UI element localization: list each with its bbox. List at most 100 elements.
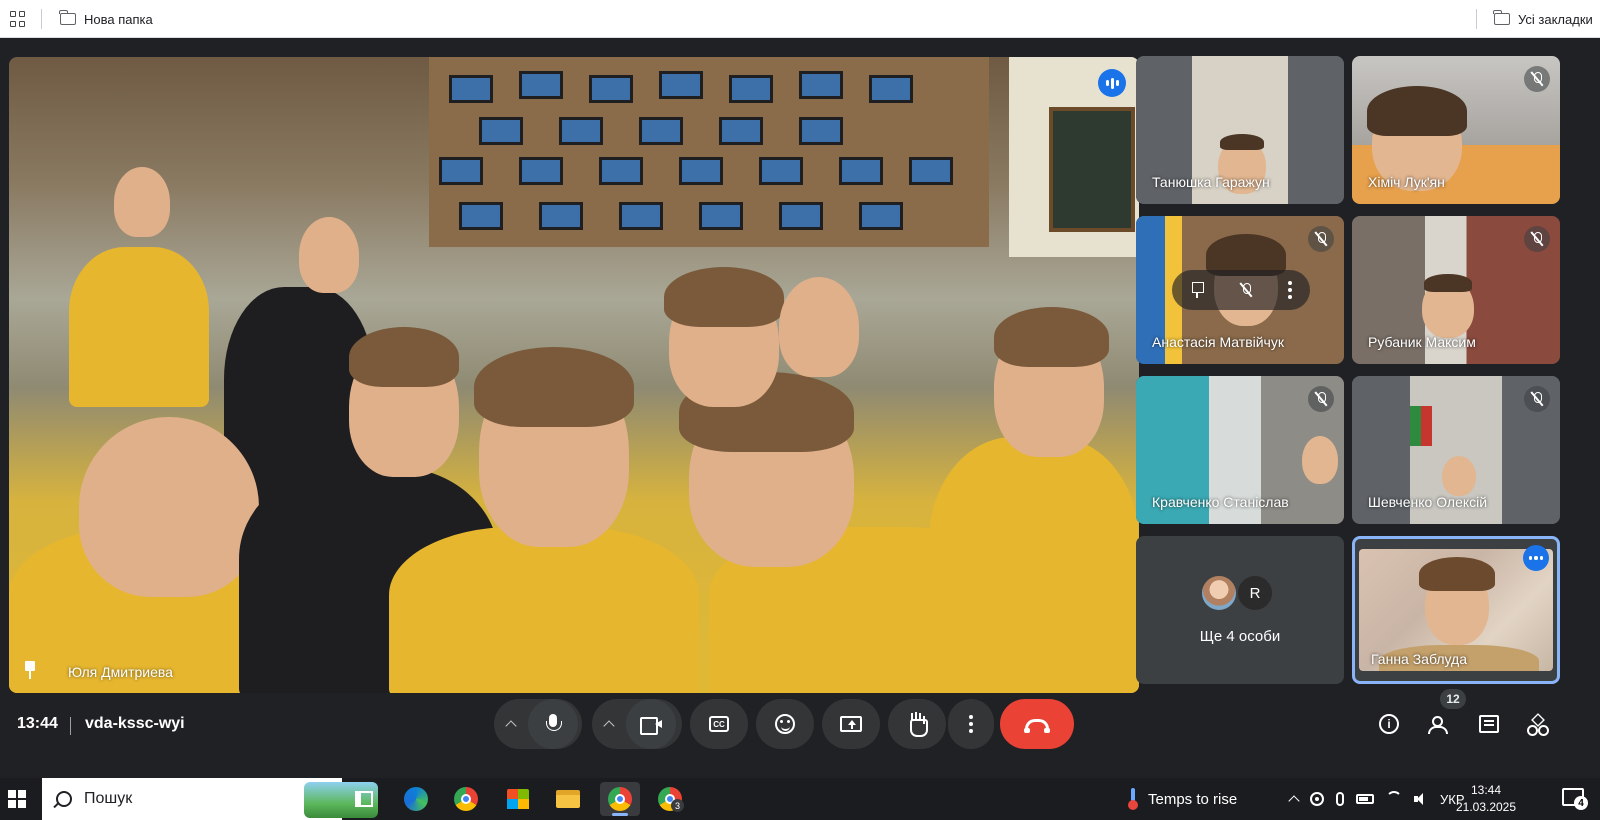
student-hair bbox=[349, 327, 459, 387]
captions-button[interactable]: CC bbox=[690, 699, 748, 749]
bookmark-folder-new[interactable]: Нова папка bbox=[59, 0, 153, 38]
microphone-button[interactable] bbox=[528, 699, 578, 749]
participant-tile-rubanyk[interactable]: Рубаник Максим bbox=[1352, 216, 1560, 364]
chrome-profile-taskbar-button[interactable] bbox=[600, 782, 640, 816]
apps-grid-icon[interactable] bbox=[10, 11, 26, 27]
more-participants-label: Ще 4 особи bbox=[1199, 628, 1281, 645]
wifi-icon[interactable] bbox=[1386, 791, 1402, 807]
people-count-badge: 12 bbox=[1440, 689, 1466, 709]
present-button[interactable] bbox=[822, 699, 880, 749]
board-photo bbox=[639, 117, 683, 145]
store-taskbar-button[interactable] bbox=[498, 782, 538, 816]
board-photo bbox=[699, 202, 743, 230]
board-photo bbox=[679, 157, 723, 185]
all-bookmarks-button[interactable]: Усі закладки bbox=[1493, 0, 1593, 38]
board-photo bbox=[439, 157, 483, 185]
self-view-tile[interactable]: Ганна Заблуда bbox=[1352, 536, 1560, 684]
participant-hair bbox=[1424, 274, 1472, 292]
participant-tile-tanyushka[interactable]: Танюшка Гаражун bbox=[1136, 56, 1344, 204]
board-photo bbox=[839, 157, 883, 185]
more-options-icon[interactable] bbox=[1288, 281, 1292, 299]
chrome-windows-taskbar-button[interactable]: 3 bbox=[650, 782, 690, 816]
all-bookmarks-label: Усі закладки bbox=[1518, 11, 1593, 27]
weather-widget[interactable]: Temps to rise bbox=[1128, 778, 1237, 820]
pin-icon[interactable] bbox=[1190, 282, 1204, 298]
captions-icon: CC bbox=[709, 716, 729, 732]
participant-tile-shevchenko[interactable]: Шевченко Олексій bbox=[1352, 376, 1560, 524]
microphone-icon bbox=[545, 714, 562, 734]
board-photo bbox=[449, 75, 493, 103]
chrome-taskbar-button[interactable] bbox=[446, 782, 486, 816]
participant-name: Танюшка Гаражун bbox=[1152, 174, 1270, 190]
chrome-icon bbox=[608, 787, 632, 811]
participant-name: Шевченко Олексій bbox=[1368, 494, 1488, 510]
show-hidden-icons-chevron-icon[interactable] bbox=[1288, 795, 1300, 807]
board-photo bbox=[719, 117, 763, 145]
student-face bbox=[79, 417, 259, 597]
volume-icon[interactable] bbox=[1414, 793, 1428, 805]
more-avatars: R bbox=[1200, 574, 1274, 612]
taskbar-search[interactable] bbox=[42, 778, 378, 820]
more-options-button[interactable] bbox=[948, 699, 994, 749]
activities-icon bbox=[1526, 713, 1548, 736]
windows-taskbar: 3 Temps to rise УКР 13:44 21.03.2025 4 bbox=[0, 778, 1600, 820]
task-view-button[interactable] bbox=[344, 782, 384, 816]
student-hair bbox=[474, 347, 634, 427]
mic-off-icon[interactable] bbox=[1240, 283, 1252, 297]
present-screen-icon bbox=[840, 716, 862, 732]
more-vert-icon bbox=[969, 715, 973, 733]
recording-icon[interactable] bbox=[1310, 792, 1324, 806]
battery-icon[interactable] bbox=[1356, 794, 1374, 804]
student-hair bbox=[994, 307, 1109, 367]
chalkboard-sign bbox=[1049, 107, 1135, 232]
participant-name: Анастасія Матвійчук bbox=[1152, 334, 1284, 350]
raise-hand-button[interactable] bbox=[888, 699, 946, 749]
participant-tile-anastasiia[interactable]: Анастасія Матвійчук bbox=[1136, 216, 1344, 364]
folder-icon bbox=[556, 790, 580, 808]
more-options-icon[interactable] bbox=[1523, 545, 1549, 571]
edge-taskbar-button[interactable] bbox=[396, 782, 436, 816]
participant-hair bbox=[1367, 86, 1467, 136]
board-photo bbox=[559, 117, 603, 145]
meeting-time: 13:44 bbox=[17, 715, 58, 732]
reactions-button[interactable] bbox=[756, 699, 814, 749]
file-explorer-taskbar-button[interactable] bbox=[548, 782, 588, 816]
activities-button[interactable] bbox=[1522, 709, 1552, 739]
main-video-tile[interactable]: Юля Дмитриева bbox=[9, 57, 1139, 693]
people-button[interactable] bbox=[1424, 709, 1454, 739]
avatar bbox=[1200, 574, 1238, 612]
self-name: Ганна Заблуда bbox=[1371, 651, 1468, 667]
pin-icon[interactable] bbox=[22, 661, 38, 679]
participant-tile-kravchenko[interactable]: Кравченко Станіслав bbox=[1136, 376, 1344, 524]
folder-icon bbox=[1493, 10, 1510, 25]
phone-hangup-icon bbox=[1024, 719, 1050, 733]
weather-text: Temps to rise bbox=[1148, 790, 1238, 808]
board-photo bbox=[519, 157, 563, 185]
meeting-details-button[interactable]: i bbox=[1374, 709, 1404, 739]
participant-hair bbox=[1419, 557, 1495, 591]
system-tray: УКР bbox=[1288, 778, 1465, 820]
student-face bbox=[299, 217, 359, 293]
student-hair bbox=[664, 267, 784, 327]
more-participants-tile[interactable]: R Ще 4 особи bbox=[1136, 536, 1344, 684]
participant-tile-khimich[interactable]: Хіміч Лук'ян bbox=[1352, 56, 1560, 204]
windows-start-icon[interactable] bbox=[8, 790, 26, 808]
board-photo bbox=[519, 71, 563, 99]
board-photo bbox=[459, 202, 503, 230]
bookmarks-separator bbox=[1476, 9, 1477, 29]
thermometer-icon bbox=[1128, 788, 1138, 810]
taskbar-date: 21.03.2025 bbox=[1455, 800, 1517, 814]
notifications-icon[interactable]: 4 bbox=[1562, 788, 1588, 810]
mic-off-icon bbox=[1531, 72, 1543, 86]
camera-button[interactable] bbox=[626, 699, 676, 749]
taskbar-clock[interactable]: 13:44 21.03.2025 bbox=[1448, 782, 1524, 816]
leave-call-button[interactable] bbox=[1000, 699, 1074, 749]
chat-button[interactable] bbox=[1474, 709, 1504, 739]
muted-indicator bbox=[1308, 386, 1334, 412]
edge-icon bbox=[404, 787, 428, 811]
audio-settings-chevron-icon[interactable] bbox=[494, 699, 528, 749]
taskbar-search-input[interactable] bbox=[84, 790, 244, 808]
task-view-icon bbox=[355, 791, 373, 807]
microphone-icon[interactable] bbox=[1336, 792, 1344, 806]
video-settings-chevron-icon[interactable] bbox=[592, 699, 626, 749]
